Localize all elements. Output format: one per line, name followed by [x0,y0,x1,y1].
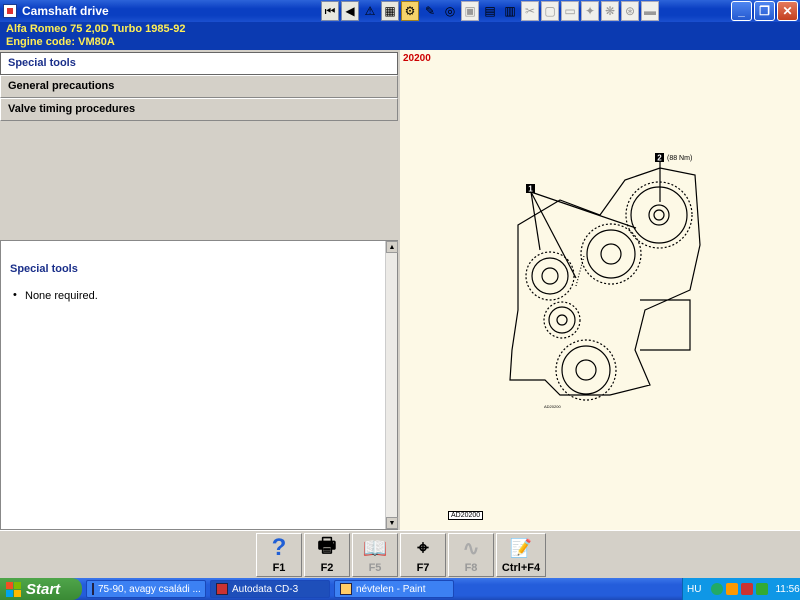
task-button-familiar[interactable]: 75-90, avagy családi ... [86,580,206,598]
first-page-icon[interactable]: ⏮ [321,1,339,21]
f5-label: F5 [368,562,382,574]
ctrl-f4-label: Ctrl+F4 [501,562,541,574]
window-controls: _ ❐ ✕ [731,1,798,21]
toolbar: ⏮ ◀ ⚠ ▦ ⚙ ✎ ◎ ▣ ▤ ▥ ✂ ▢ ▭ ✦ ❋ ⊛ ▬ [321,1,661,21]
minimize-button[interactable]: _ [731,1,752,21]
ctrl-f4-notes-button[interactable]: 📝 Ctrl+F4 [496,533,546,577]
f8-label: F8 [464,562,478,574]
brake-icon[interactable]: ◎ [441,1,459,21]
f2-print-button[interactable]: 🖶 F2 [304,533,350,577]
list-item: None required. [13,289,98,302]
content-heading: Special tools [10,263,78,275]
diagram-icon[interactable]: ▦ [381,1,399,21]
book-icon: 📖 [362,537,388,560]
camshaft-icon[interactable]: ⚙ [401,1,419,21]
tools-icon[interactable]: ✎ [421,1,439,21]
document-icon [92,583,94,595]
f7-compass-button[interactable]: ⌖ F7 [400,533,446,577]
torque-label: (88 Nm) [667,155,692,162]
paint-icon [340,583,352,595]
light-icon[interactable]: ✦ [581,1,599,21]
callout-1: 1 [528,185,533,194]
f7-label: F7 [416,562,430,574]
autodata-icon [216,583,228,595]
engine-code: Engine code: VM80A [6,36,115,48]
inner-ref-label: AD20200 [544,404,561,409]
task-label: névtelen - Paint [356,583,426,595]
system-tray: HU 11:56 [682,578,800,600]
start-button[interactable]: Start [0,578,82,600]
previous-icon[interactable]: ◀ [341,1,359,21]
content-pane: Special tools None required. ▲ ▼ [0,240,398,530]
lock-icon[interactable]: ▭ [561,1,579,21]
figure-ref-badge: AD20200 [448,511,484,520]
task-button-paint[interactable]: névtelen - Paint [334,580,454,598]
window-title: Camshaft drive [22,4,109,18]
function-key-bar: ? F1 🖶 F2 📖 F5 ⌖ F7 ∿ F8 📝 Ctrl+F4 [0,530,800,578]
menu-item-special-tools[interactable]: Special tools [0,52,398,75]
help-icon: ? [271,534,287,561]
spanner-icon[interactable]: ✂ [521,1,539,21]
module-icon[interactable]: ▣ [461,1,479,21]
menu-item-valve-timing[interactable]: Valve timing procedures [0,98,398,121]
wave-icon: ∿ [462,537,480,560]
scroll-up-icon[interactable]: ▲ [386,241,398,253]
vehicle-header: Alfa Romeo 75 2,0D Turbo 1985-92 Engine … [0,22,800,50]
car-icon[interactable]: ▬ [641,1,659,21]
vertical-scrollbar[interactable]: ▲ ▼ [385,241,398,529]
f2-label: F2 [320,562,334,574]
task-label: Autodata CD-3 [232,583,299,595]
notes-icon: 📝 [509,537,533,558]
start-label: Start [26,580,61,598]
security-check-icon[interactable] [756,583,769,595]
clock: 11:56 [775,583,800,595]
vehicle-model: Alfa Romeo 75 2,0D Turbo 1985-92 [6,23,186,35]
maximize-button[interactable]: ❐ [754,1,775,21]
f5-book-button[interactable]: 📖 F5 [352,533,398,577]
f8-wave-button[interactable]: ∿ F8 [448,533,494,577]
menu-item-general-precautions[interactable]: General precautions [0,75,398,98]
taskbar: Start 75-90, avagy családi ... Autodata … [0,578,800,600]
zonealarm-icon[interactable] [741,583,754,595]
task-button-autodata[interactable]: Autodata CD-3 [210,580,330,598]
steering-icon[interactable]: ⊛ [621,1,639,21]
close-button[interactable]: ✕ [777,1,798,21]
grid-icon[interactable]: ▢ [541,1,559,21]
wiring-icon[interactable]: ▤ [481,1,499,21]
camshaft-drive-diagram: 1 2 (88 Nm) AD20200 [509,153,701,409]
windows-flag-icon [6,581,21,597]
app-icon [3,4,17,18]
topic-menu: Special tools General precautions Valve … [0,52,398,240]
warning-icon[interactable]: ⚠ [361,1,379,21]
f1-help-button[interactable]: ? F1 [256,533,302,577]
network-icon[interactable] [711,583,724,595]
battery-icon[interactable]: ▥ [501,1,519,21]
language-indicator[interactable]: HU [687,584,701,595]
task-label: 75-90, avagy családi ... [98,583,201,595]
compass-icon: ⌖ [417,536,429,559]
diagram-panel: 20200 1 2 (88 Nm) AD20200 AD20200 [400,50,800,530]
callout-2: 2 [657,154,662,163]
print-icon: 🖶 [317,535,337,557]
scroll-down-icon[interactable]: ▼ [386,517,398,529]
gearbox-icon[interactable]: ❋ [601,1,619,21]
antivirus-icon[interactable] [726,583,739,595]
f1-label: F1 [272,562,286,574]
